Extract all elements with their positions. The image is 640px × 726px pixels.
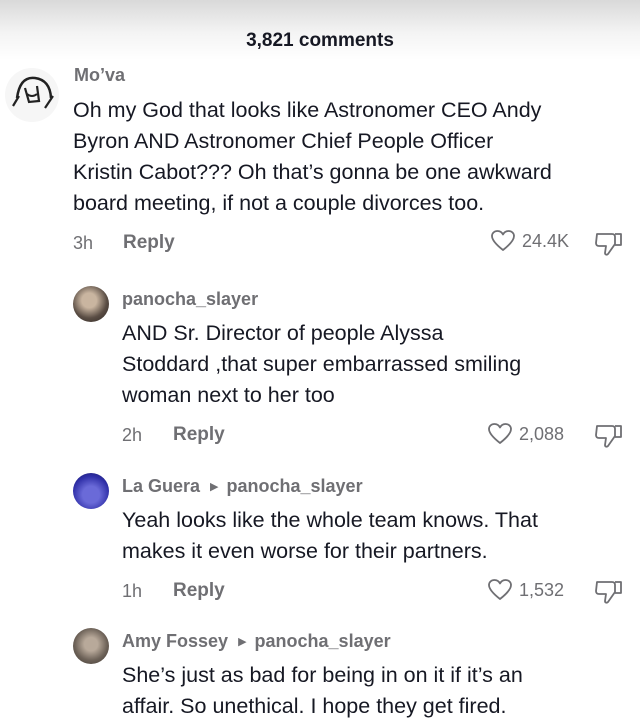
- like-button[interactable]: 24.4K: [490, 229, 569, 253]
- heart-outline-icon: [488, 579, 512, 600]
- comment-text: AND Sr. Director of people Alyssa Stodda…: [122, 318, 632, 411]
- like-count: 24.4K: [522, 230, 570, 251]
- comment-username[interactable]: La Guera ▶ panocha_slayer: [122, 476, 363, 497]
- reply-button[interactable]: Reply: [123, 232, 175, 254]
- avatar[interactable]: [5, 68, 59, 122]
- triangle-right-icon: ▶: [238, 636, 247, 648]
- heart-outline-icon: [491, 230, 515, 251]
- comment-timestamp: 1h: [122, 581, 143, 601]
- comment-line: Kristin Cabot??? Oh that’s gonna be one …: [73, 160, 552, 184]
- thumbs-down-outline-icon: [595, 425, 622, 448]
- comment-line: affair. So unethical. I hope they get fi…: [122, 694, 507, 718]
- comment-line: She’s just as bad for being in on it if …: [122, 663, 523, 687]
- comment-line: Oh my God that looks like Astronomer CEO…: [73, 98, 542, 122]
- username-text[interactable]: Amy Fossey: [122, 631, 228, 652]
- dislike-button[interactable]: [594, 578, 624, 611]
- username-text[interactable]: La Guera: [122, 476, 200, 497]
- thumbs-down-outline-icon: [595, 581, 622, 604]
- reply-button[interactable]: Reply: [173, 580, 225, 602]
- comment-timestamp: 3h: [73, 233, 94, 253]
- like-button[interactable]: 1,532: [487, 578, 564, 602]
- avatar[interactable]: [73, 628, 109, 664]
- dislike-button[interactable]: [594, 230, 624, 263]
- comment-username[interactable]: Amy Fossey ▶ panocha_slayer: [122, 631, 391, 652]
- dislike-button[interactable]: [594, 422, 624, 455]
- reply-target-username[interactable]: panocha_slayer: [227, 476, 363, 497]
- comment-text: Yeah looks like the whole team knows. Th…: [122, 505, 632, 567]
- comment-line: Byron AND Astronomer Chief People Office…: [73, 129, 494, 153]
- comments-count-title: 3,821 comments: [246, 30, 394, 51]
- comment-text: Oh my God that looks like Astronomer CEO…: [73, 95, 633, 219]
- comment-line: Yeah looks like the whole team knows. Th…: [122, 508, 538, 532]
- comment-line: makes it even worse for their partners.: [122, 539, 488, 563]
- hand-drawn-face-avatar-icon: [6, 69, 58, 121]
- reply-target-username[interactable]: panocha_slayer: [255, 631, 391, 652]
- avatar[interactable]: [73, 286, 109, 322]
- like-count: 2,088: [519, 423, 565, 444]
- like-count: 1,532: [519, 579, 565, 600]
- reply-button[interactable]: Reply: [173, 424, 225, 446]
- comment-username[interactable]: panocha_slayer: [122, 289, 258, 310]
- comment-timestamp: 2h: [122, 425, 143, 445]
- avatar[interactable]: [73, 473, 109, 509]
- username-text[interactable]: Mo’va: [74, 65, 125, 86]
- comment-line: board meeting, if not a couple divorces …: [73, 191, 485, 215]
- comment-username[interactable]: Mo’va: [74, 65, 125, 86]
- comment-line: Stoddard ,that super embarrassed smiling: [122, 352, 522, 376]
- comment-line: AND Sr. Director of people Alyssa: [122, 321, 444, 345]
- username-text[interactable]: panocha_slayer: [122, 289, 258, 310]
- comment-line: woman next to her too: [122, 383, 335, 407]
- like-button[interactable]: 2,088: [487, 422, 564, 446]
- comment-text: She’s just as bad for being in on it if …: [122, 660, 632, 722]
- thumbs-down-outline-icon: [595, 233, 622, 256]
- triangle-right-icon: ▶: [210, 481, 219, 493]
- heart-outline-icon: [488, 423, 512, 444]
